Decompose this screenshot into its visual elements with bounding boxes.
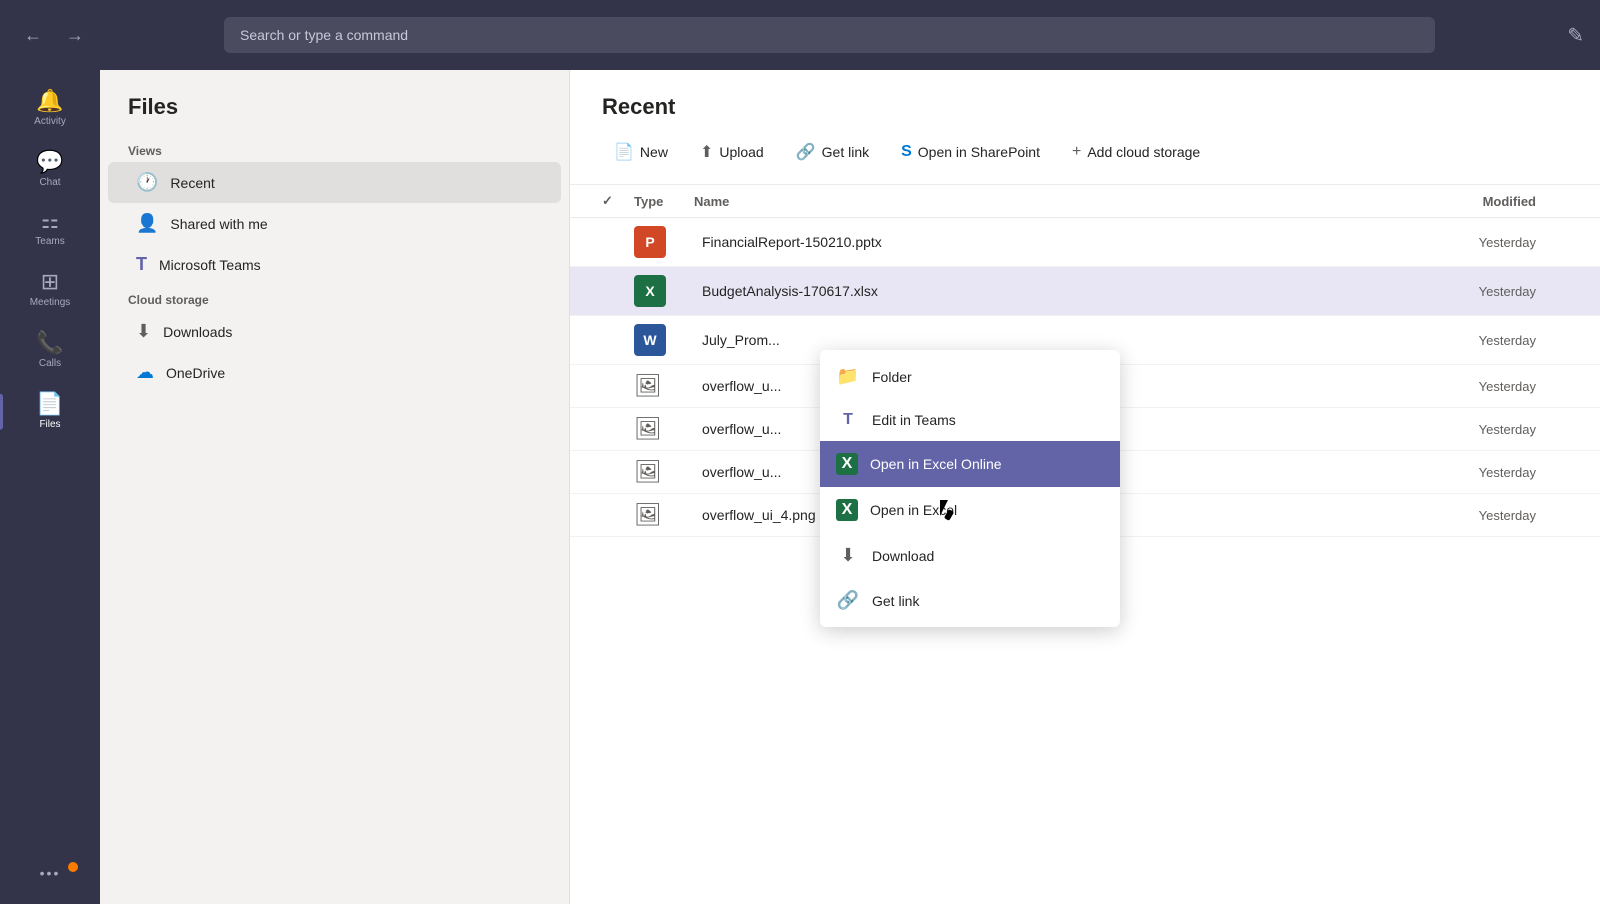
onedrive-icon: ☁: [136, 362, 154, 383]
open-excel-online-label: Open in Excel Online: [870, 456, 1002, 472]
sidebar-item-recent[interactable]: 🕐 Recent: [108, 162, 561, 203]
excel-online-icon: X: [836, 453, 858, 475]
context-menu-open-excel-online[interactable]: X Open in Excel Online: [820, 441, 1120, 487]
link-icon: 🔗: [836, 590, 860, 611]
sidebar-item-files[interactable]: 📄 Files: [0, 381, 100, 442]
title-bar: ← → Search or type a command ✎: [0, 0, 1600, 70]
meetings-icon: ⊞: [41, 271, 59, 293]
search-bar[interactable]: Search or type a command: [224, 17, 1435, 53]
sidebar-item-shared[interactable]: 👤 Shared with me: [108, 203, 561, 244]
open-excel-label: Open in Excel: [870, 502, 957, 518]
compose-icon[interactable]: ✎: [1567, 23, 1584, 48]
teams-files-icon: T: [136, 254, 147, 275]
files-icon: 📄: [36, 393, 63, 415]
downloads-icon: ⬇: [136, 321, 151, 342]
sidebar-item-microsoft-teams[interactable]: T Microsoft Teams: [108, 244, 561, 285]
sidebar-item-activity[interactable]: 🔔 Activity: [0, 78, 100, 139]
main-content: Recent 📄 New ⬆ Upload 🔗 Get link S Open …: [570, 70, 1600, 904]
cloud-storage-label: Cloud storage: [100, 285, 569, 311]
sidebar-item-more[interactable]: •••: [0, 854, 100, 892]
more-icon: •••: [40, 866, 61, 880]
main-layout: 🔔 Activity 💬 Chat ⚏ Teams ⊞ Meetings 📞 C…: [0, 70, 1600, 904]
microsoft-teams-label: Microsoft Teams: [159, 257, 261, 273]
context-menu-get-link[interactable]: 🔗 Get link: [820, 578, 1120, 623]
views-label: Views: [100, 136, 569, 162]
context-menu-folder[interactable]: 📁 Folder: [820, 354, 1120, 399]
onedrive-label: OneDrive: [166, 365, 225, 381]
sidebar-item-teams[interactable]: ⚏ Teams: [0, 200, 100, 259]
edit-teams-label: Edit in Teams: [872, 412, 956, 428]
calls-icon: 📞: [36, 332, 63, 354]
sidebar-item-meetings[interactable]: ⊞ Meetings: [0, 259, 100, 320]
context-menu-edit-teams[interactable]: T Edit in Teams: [820, 399, 1120, 441]
sidebar: Files Views 🕐 Recent 👤 Shared with me T …: [100, 70, 570, 904]
meetings-label: Meetings: [30, 297, 71, 308]
download-icon: ⬇: [836, 545, 860, 566]
sidebar-title: Files: [100, 70, 569, 136]
files-label: Files: [39, 419, 60, 430]
nav-arrows: ← →: [16, 21, 92, 50]
sidebar-item-chat[interactable]: 💬 Chat: [0, 139, 100, 200]
downloads-label: Downloads: [163, 324, 232, 340]
forward-button[interactable]: →: [58, 21, 92, 50]
recent-label: Recent: [170, 175, 214, 191]
context-menu-overlay: 📁 Folder T Edit in Teams X Open in Excel…: [570, 70, 1600, 904]
sidebar-item-downloads[interactable]: ⬇ Downloads: [108, 311, 561, 352]
activity-label: Activity: [34, 116, 66, 127]
chat-icon: 💬: [36, 151, 63, 173]
back-button[interactable]: ←: [16, 21, 50, 50]
search-placeholder: Search or type a command: [240, 27, 408, 43]
get-link-label: Get link: [872, 593, 919, 609]
teams-icon: ⚏: [41, 212, 59, 232]
notification-badge: [68, 862, 78, 872]
shared-icon: 👤: [136, 213, 158, 234]
teams-edit-icon: T: [836, 411, 860, 429]
nav-bar: 🔔 Activity 💬 Chat ⚏ Teams ⊞ Meetings 📞 C…: [0, 70, 100, 904]
context-menu-open-excel[interactable]: X Open in Excel: [820, 487, 1120, 533]
download-label: Download: [872, 548, 934, 564]
sidebar-item-calls[interactable]: 📞 Calls: [0, 320, 100, 381]
chat-label: Chat: [39, 177, 60, 188]
recent-icon: 🕐: [136, 172, 158, 193]
folder-icon: 📁: [836, 366, 860, 387]
shared-label: Shared with me: [170, 216, 267, 232]
excel-icon: X: [836, 499, 858, 521]
teams-label: Teams: [35, 236, 64, 247]
calls-label: Calls: [39, 358, 61, 369]
sidebar-item-onedrive[interactable]: ☁ OneDrive: [108, 352, 561, 393]
activity-icon: 🔔: [36, 90, 63, 112]
context-menu: 📁 Folder T Edit in Teams X Open in Excel…: [820, 350, 1120, 627]
folder-label: Folder: [872, 369, 912, 385]
context-menu-download[interactable]: ⬇ Download: [820, 533, 1120, 578]
